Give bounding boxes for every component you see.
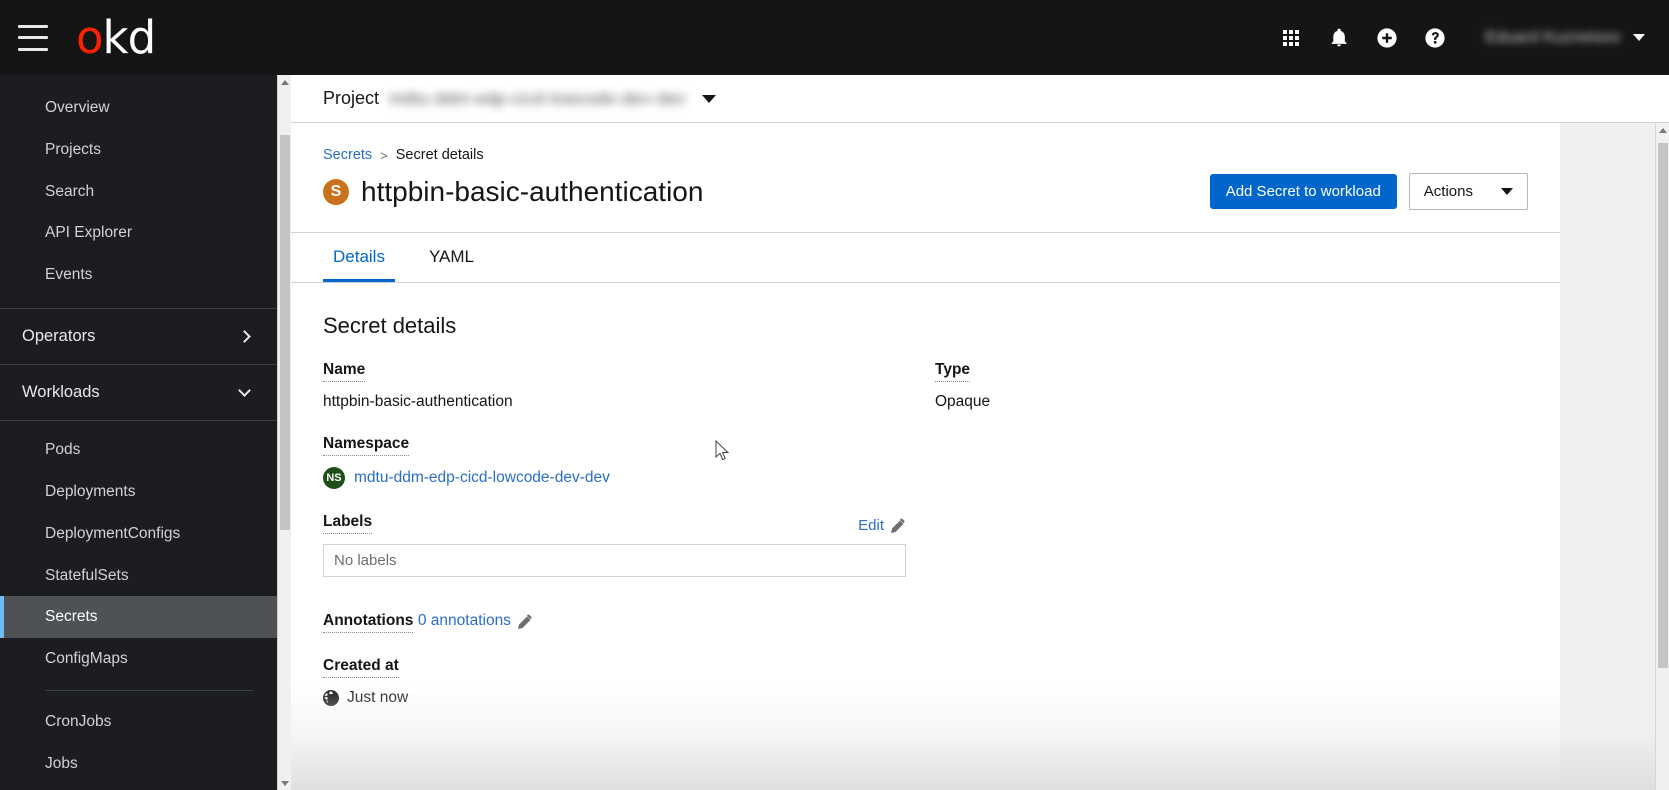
sidebar-item-pods[interactable]: Pods <box>0 429 277 471</box>
sidebar-divider <box>45 689 253 691</box>
tab-details[interactable]: Details <box>323 233 395 282</box>
secret-details-card: Secrets > Secret details S httpbin-basic… <box>291 123 1560 790</box>
actions-dropdown-button[interactable]: Actions <box>1408 173 1528 210</box>
masthead-toolbar: Eduard Kuznetsov <box>1267 14 1669 62</box>
detail-namespace: Namespace NS mdtu-ddm-edp-cicd-lowcode-d… <box>323 435 935 489</box>
okd-console-window: okd Eduard Kuznetsov Overview Projects <box>0 0 1669 790</box>
detail-labels-label: Labels <box>323 513 373 534</box>
main-scrollbar[interactable] <box>1655 123 1669 790</box>
sidebar-section-operators[interactable]: Operators <box>0 308 277 366</box>
created-at-value: Just now <box>347 689 409 706</box>
namespace-link[interactable]: mdtu-ddm-edp-cicd-lowcode-dev-dev <box>354 469 610 487</box>
breadcrumb-current: Secret details <box>395 147 484 163</box>
detail-namespace-label: Namespace <box>323 435 410 456</box>
annotations-edit-link[interactable]: 0 annotations <box>418 612 533 630</box>
labels-empty-text: No labels <box>334 552 397 569</box>
sidebar-item-deploymentconfigs[interactable]: DeploymentConfigs <box>0 513 277 555</box>
chevron-right-icon <box>238 330 251 343</box>
details-left-column: Name httpbin-basic-authentication Namesp… <box>323 361 935 731</box>
detail-annotations: Annotations 0 annotations <box>323 601 935 633</box>
sidebar-section-workloads-label: Workloads <box>22 383 100 402</box>
detail-name-label: Name <box>323 361 366 382</box>
globe-icon <box>323 690 339 706</box>
sidebar-item-secrets[interactable]: Secrets <box>0 596 277 639</box>
sidebar-item-search[interactable]: Search <box>0 171 277 213</box>
page-title: httpbin-basic-authentication <box>361 175 704 207</box>
actions-dropdown-label: Actions <box>1423 183 1473 200</box>
add-secret-to-workload-button[interactable]: Add Secret to workload <box>1209 174 1397 209</box>
main-content: Project mdtu-ddm-edp-cicd-lowcode-dev-de… <box>291 75 1669 790</box>
page-header: S httpbin-basic-authentication Add Secre… <box>291 163 1560 210</box>
detail-type-label: Type <box>935 361 971 382</box>
detail-name: Name httpbin-basic-authentication <box>323 361 935 411</box>
user-menu[interactable]: Eduard Kuznetsov <box>1485 29 1645 47</box>
labels-header: Labels Edit <box>323 513 906 534</box>
sidebar-item-configmaps[interactable]: ConfigMaps <box>0 638 277 680</box>
section-title-secret-details: Secret details <box>323 313 457 338</box>
namespace-resource-badge: NS <box>323 467 345 489</box>
okd-logo[interactable]: o kd <box>76 11 157 64</box>
sidebar-item-cronjobs[interactable]: CronJobs <box>0 701 277 743</box>
sidebar-item-api-explorer[interactable]: API Explorer <box>0 212 277 254</box>
detail-created-at: Created at Just now <box>323 657 935 707</box>
breadcrumb-link-secrets[interactable]: Secrets <box>323 147 372 163</box>
detail-tabs: Details YAML <box>291 233 1560 283</box>
hamburger-menu-icon[interactable] <box>18 24 48 51</box>
page-header-actions: Add Secret to workload Actions <box>1209 173 1528 210</box>
logo-kd-letters: kd <box>102 11 157 64</box>
annotations-count-text: 0 annotations <box>417 612 511 629</box>
caret-down-icon[interactable] <box>702 94 717 103</box>
detail-type-value: Opaque <box>935 393 991 410</box>
tab-yaml[interactable]: YAML <box>419 233 484 282</box>
detail-type: Type Opaque <box>935 361 1528 411</box>
detail-labels: Labels Edit No labels <box>323 513 935 577</box>
chevron-down-icon <box>238 384 251 397</box>
sidebar-item-daemonsets[interactable]: DaemonSets <box>0 785 277 790</box>
help-icon[interactable] <box>1411 14 1459 62</box>
secret-resource-badge: S <box>323 178 349 205</box>
detail-annotations-label: Annotations <box>323 612 414 633</box>
caret-down-icon <box>1501 188 1513 195</box>
sidebar-section-operators-label: Operators <box>22 327 96 346</box>
sidebar-item-jobs[interactable]: Jobs <box>0 743 277 785</box>
scroll-up-arrow-icon[interactable] <box>278 75 292 89</box>
scroll-down-arrow-icon[interactable] <box>278 776 292 790</box>
sidebar-scrollbar[interactable] <box>277 75 292 790</box>
sidebar-scrollbar-thumb[interactable] <box>280 135 290 530</box>
pencil-icon <box>517 614 532 629</box>
edit-labels-text: Edit <box>858 517 884 534</box>
labels-empty-box: No labels <box>323 544 906 577</box>
namespace-row: NS mdtu-ddm-edp-cicd-lowcode-dev-dev <box>323 467 935 489</box>
sidebar-navigation: Overview Projects Search API Explorer Ev… <box>0 75 277 790</box>
sidebar-item-projects[interactable]: Projects <box>0 129 277 171</box>
caret-down-icon <box>1633 34 1645 41</box>
scroll-up-arrow-icon[interactable] <box>1656 123 1669 137</box>
pencil-icon <box>891 518 905 533</box>
logo-o-letter: o <box>76 11 104 64</box>
detail-created-at-label: Created at <box>323 657 399 678</box>
details-right-column: Type Opaque <box>935 361 1528 731</box>
project-selected-value: mdtu-ddm-edp-cicd-lowcode-dev-dev <box>389 88 687 108</box>
detail-name-value: httpbin-basic-authentication <box>323 393 513 410</box>
masthead: o kd Eduard Kuznetsov <box>0 0 1669 75</box>
sidebar-item-deployments[interactable]: Deployments <box>0 471 277 513</box>
sidebar-item-overview[interactable]: Overview <box>0 87 277 129</box>
project-selector-bar: Project mdtu-ddm-edp-cicd-lowcode-dev-de… <box>291 75 1669 123</box>
created-at-row: Just now <box>323 689 935 707</box>
application-launcher-icon[interactable] <box>1267 14 1315 62</box>
notification-bell-icon[interactable] <box>1315 14 1363 62</box>
breadcrumb: Secrets > Secret details <box>291 123 1560 163</box>
breadcrumb-separator-icon: > <box>380 147 388 163</box>
project-label: Project <box>323 88 380 108</box>
user-name: Eduard Kuznetsov <box>1485 28 1621 46</box>
secret-details-grid: Name httpbin-basic-authentication Namesp… <box>291 361 1560 731</box>
add-circle-icon[interactable] <box>1363 14 1411 62</box>
sidebar-item-events[interactable]: Events <box>0 254 277 296</box>
main-scrollbar-thumb[interactable] <box>1658 143 1668 668</box>
sidebar-section-workloads[interactable]: Workloads <box>0 365 277 422</box>
sidebar-item-statefulsets[interactable]: StatefulSets <box>0 555 277 597</box>
edit-labels-link[interactable]: Edit <box>858 517 906 534</box>
